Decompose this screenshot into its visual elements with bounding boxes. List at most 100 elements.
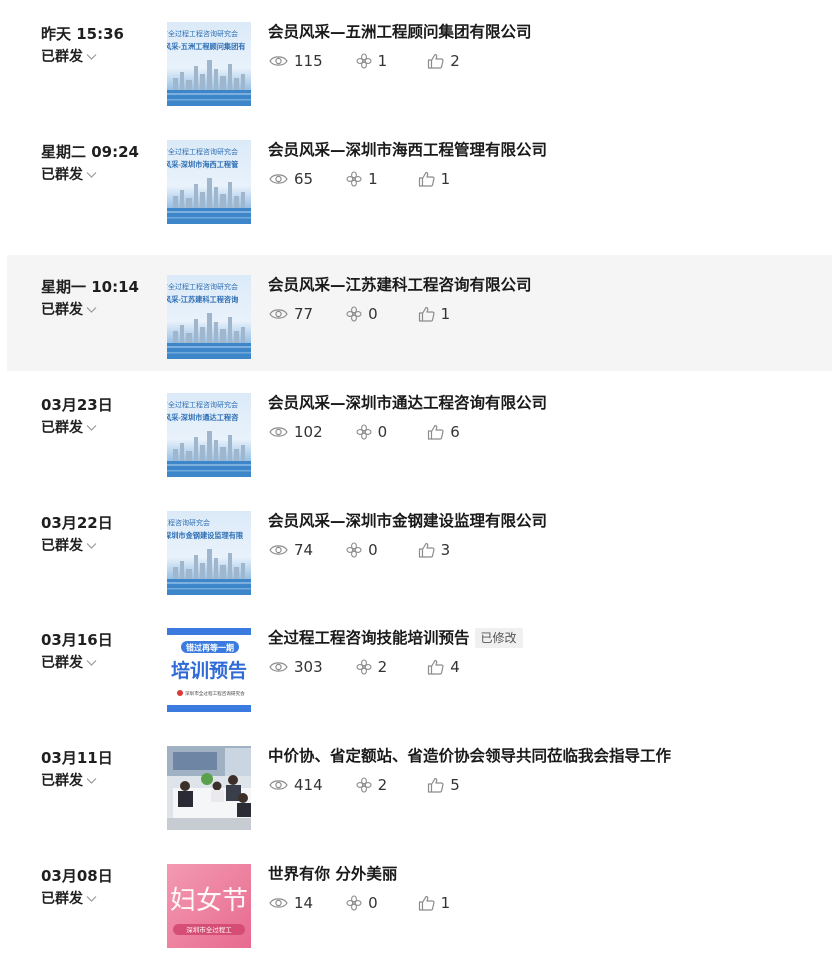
- publish-meta: 03月11日 已群发: [41, 748, 161, 791]
- article-title[interactable]: 会员风采—深圳市通达工程咨询有限公司: [268, 391, 547, 415]
- publish-status-dropdown[interactable]: 已群发: [41, 889, 161, 909]
- article-title[interactable]: 会员风采—江苏建科工程咨询有限公司: [268, 273, 532, 297]
- shares-count: 0: [368, 305, 378, 323]
- svg-text:风采-深圳市通达工程咨: 风采-深圳市通达工程咨: [167, 413, 239, 422]
- likes-stat: 1: [418, 170, 451, 188]
- svg-text:风采-五洲工程顾问集团有: 风采-五洲工程顾问集团有: [167, 42, 245, 51]
- chevron-down-icon: [86, 54, 97, 60]
- article-stats: 303 2 4: [269, 658, 460, 676]
- publish-date: 昨天 15:36: [41, 25, 124, 43]
- article-thumbnail[interactable]: [167, 746, 251, 830]
- article-stats: 115 1 2: [269, 52, 460, 70]
- article-title[interactable]: 会员风采—五洲工程顾问集团有限公司: [268, 20, 532, 44]
- article-title-text: 世界有你 分外美丽: [268, 865, 398, 883]
- svg-text:市全过程工程咨询研究会: 市全过程工程咨询研究会: [167, 400, 238, 409]
- article-thumbnail[interactable]: 妇女节 深圳市全过程工: [167, 864, 251, 948]
- publish-status-dropdown[interactable]: 已群发: [41, 536, 161, 556]
- shares-count: 0: [368, 894, 378, 912]
- likes-count: 1: [440, 305, 451, 323]
- views-stat: 65: [269, 170, 313, 188]
- article-title[interactable]: 会员风采—深圳市海西工程管理有限公司: [268, 138, 547, 162]
- article-stats: 77 0 1: [269, 305, 450, 323]
- article-row: 昨天 15:36 已群发 市全过程工程咨询研究会 风采-五洲工程顾问集团有 会员…: [7, 2, 832, 118]
- article-title[interactable]: 会员风采—深圳市金钢建设监理有限公司: [268, 509, 547, 533]
- shares-count: 1: [368, 170, 378, 188]
- likes-stat: 2: [427, 52, 460, 70]
- likes-stat: 1: [418, 894, 451, 912]
- share-flower-icon: [356, 659, 372, 675]
- publish-status-label: 已群发: [41, 891, 83, 907]
- views-count: 102: [294, 423, 323, 441]
- article-title[interactable]: 世界有你 分外美丽: [268, 862, 397, 886]
- svg-text:培训预告: 培训预告: [171, 659, 247, 682]
- likes-count: 1: [440, 894, 451, 912]
- article-title-text: 会员风采—五洲工程顾问集团有限公司: [268, 23, 532, 41]
- views-stat: 414: [269, 776, 323, 794]
- views-count: 115: [294, 52, 323, 70]
- svg-text:市全过程工程咨询研究会: 市全过程工程咨询研究会: [167, 29, 238, 38]
- article-thumbnail[interactable]: 市全过程工程咨询研究会 风采-江苏建科工程咨询: [167, 275, 251, 359]
- shares-stat: 1: [346, 170, 378, 188]
- share-flower-icon: [356, 424, 372, 440]
- shares-count: 2: [377, 776, 388, 794]
- publish-status-label: 已群发: [41, 773, 83, 789]
- shares-count: 0: [368, 541, 378, 559]
- likes-count: 2: [450, 52, 460, 70]
- share-flower-icon: [346, 542, 362, 558]
- publish-status-label: 已群发: [41, 420, 83, 436]
- article-title[interactable]: 全过程工程咨询技能培训预告 已修改: [268, 626, 523, 650]
- svg-text:工程咨询研究会: 工程咨询研究会: [167, 518, 210, 527]
- shares-stat: 2: [356, 658, 387, 676]
- views-stat: 74: [269, 541, 313, 559]
- article-list: 昨天 15:36 已群发 市全过程工程咨询研究会 风采-五洲工程顾问集团有 会员…: [0, 0, 832, 948]
- publish-status-dropdown[interactable]: 已群发: [41, 771, 161, 791]
- likes-count: 1: [440, 170, 451, 188]
- chevron-down-icon: [86, 425, 97, 431]
- publish-meta: 星期二 09:24 已群发: [41, 142, 161, 185]
- publish-status-dropdown[interactable]: 已群发: [41, 418, 161, 438]
- publish-status-dropdown[interactable]: 已群发: [41, 165, 161, 185]
- article-row: 03月11日 已群发 中价协、省定额站、省造价协会领导共同莅临我会指导工作 41…: [7, 726, 832, 842]
- publish-meta: 03月23日 已群发: [41, 395, 161, 438]
- article-thumbnail[interactable]: 工程咨询研究会 深圳市金钢建设监理有限: [167, 511, 251, 595]
- views-count: 65: [294, 170, 314, 188]
- chevron-down-icon: [86, 172, 97, 178]
- publish-status-dropdown[interactable]: 已群发: [41, 47, 161, 67]
- eye-icon: [269, 662, 288, 672]
- thumbs-up-icon: [418, 306, 435, 322]
- article-row: 03月08日 已群发 妇女节 深圳市全过程工 世界有你 分外美丽 14 0 1: [7, 844, 832, 960]
- thumbs-up-icon: [418, 171, 435, 187]
- article-thumbnail[interactable]: 错过再等一期 培训预告 深圳市全过程工程咨询研究会: [167, 628, 251, 712]
- eye-icon: [269, 309, 288, 319]
- article-thumbnail[interactable]: 市全过程工程咨询研究会 风采-深圳市海西工程管: [167, 140, 251, 224]
- article-stats: 102 0 6: [269, 423, 460, 441]
- publish-status-label: 已群发: [41, 538, 83, 554]
- svg-text:深圳市金钢建设监理有限: 深圳市金钢建设监理有限: [167, 531, 244, 540]
- svg-text:深圳市全过程工程咨询研究会: 深圳市全过程工程咨询研究会: [185, 690, 245, 697]
- publish-date: 03月22日: [41, 514, 113, 532]
- shares-stat: 1: [356, 52, 387, 70]
- article-stats: 74 0 3: [269, 541, 450, 559]
- article-row: 03月22日 已群发 工程咨询研究会 深圳市金钢建设监理有限 会员风采—深圳市金…: [7, 491, 832, 607]
- publish-status-label: 已群发: [41, 167, 83, 183]
- thumbs-up-icon: [418, 542, 435, 558]
- svg-text:妇女节: 妇女节: [170, 886, 248, 915]
- shares-count: 0: [377, 423, 388, 441]
- likes-stat: 6: [427, 423, 460, 441]
- publish-date: 03月08日: [41, 867, 113, 885]
- publish-status-dropdown[interactable]: 已群发: [41, 653, 161, 673]
- publish-status-dropdown[interactable]: 已群发: [41, 300, 161, 320]
- article-thumbnail[interactable]: 市全过程工程咨询研究会 风采-五洲工程顾问集团有: [167, 22, 251, 106]
- article-title-text: 会员风采—深圳市海西工程管理有限公司: [268, 141, 548, 159]
- svg-text:风采-深圳市海西工程管: 风采-深圳市海西工程管: [167, 160, 238, 169]
- chevron-down-icon: [86, 307, 97, 313]
- publish-date: 03月16日: [41, 631, 113, 649]
- views-count: 14: [294, 894, 314, 912]
- publish-meta: 03月16日 已群发: [41, 630, 161, 673]
- article-title[interactable]: 中价协、省定额站、省造价协会领导共同莅临我会指导工作: [268, 744, 671, 768]
- shares-stat: 0: [346, 305, 378, 323]
- article-thumbnail[interactable]: 市全过程工程咨询研究会 风采-深圳市通达工程咨: [167, 393, 251, 477]
- share-flower-icon: [346, 895, 362, 911]
- article-stats: 14 0 1: [269, 894, 450, 912]
- svg-text:错过再等一期: 错过再等一期: [186, 643, 234, 653]
